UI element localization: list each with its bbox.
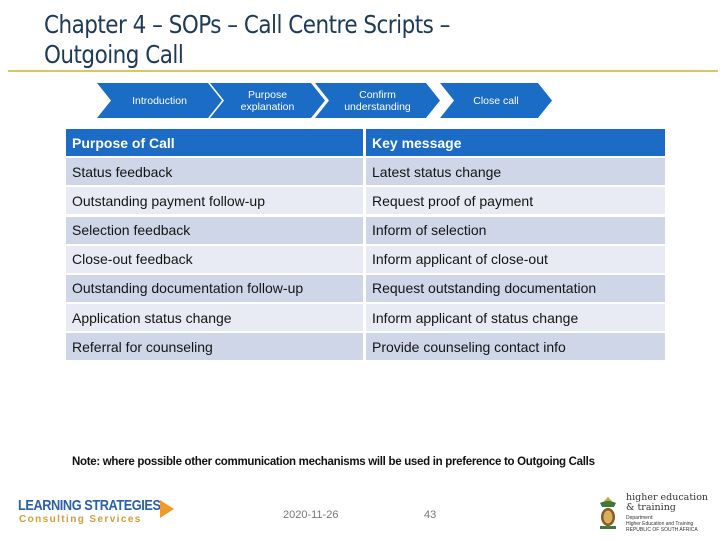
- key-message-cell: Inform applicant of status change: [366, 304, 665, 332]
- logo-title: LEARNING STRATEGIES: [18, 497, 161, 514]
- coat-of-arms-icon: [600, 497, 616, 529]
- purpose-cell: Outstanding documentation follow-up: [66, 274, 363, 302]
- title-divider: [8, 70, 718, 72]
- dhet-logo: higher education & training Department: …: [596, 492, 709, 535]
- key-message-cell: Inform applicant of close-out: [366, 245, 665, 273]
- table-row: Selection feedback Inform of selection: [66, 216, 665, 244]
- table-header-row: Purpose of Call Key message: [66, 129, 665, 156]
- process-step-confirm-understanding: Confirm understanding: [315, 83, 440, 118]
- purpose-cell: Referral for counseling: [66, 333, 363, 361]
- purpose-cell: Selection feedback: [66, 216, 363, 244]
- slide-title-line1: Chapter 4 – SOPs – Call Centre Scripts –: [44, 10, 450, 39]
- slide-number: 43: [424, 509, 437, 521]
- process-step-label: explanation: [240, 100, 295, 113]
- process-step-purpose-explanation: Purpose explanation: [210, 83, 325, 118]
- key-message-cell: Inform of selection: [366, 216, 665, 244]
- column-header-purpose: Purpose of Call: [66, 129, 363, 156]
- key-message-cell: Provide counseling contact info: [366, 333, 665, 361]
- purpose-cell: Status feedback: [66, 158, 363, 186]
- purpose-cell: Close-out feedback: [66, 245, 363, 273]
- process-step-label: Close call: [473, 94, 519, 107]
- key-message-cell: Latest status change: [366, 158, 665, 186]
- process-step-introduction: Introduction: [97, 83, 222, 118]
- footnote: Note: where possible other communication…: [72, 456, 595, 468]
- slide-date: 2020-11-26: [283, 509, 339, 521]
- play-arrow-icon: [160, 500, 174, 518]
- process-step-label: Introduction: [132, 94, 187, 107]
- table-row: Application status change Inform applica…: [66, 304, 665, 332]
- slide-title-line2: Outgoing Call: [44, 40, 184, 69]
- table-row: Outstanding payment follow-up Request pr…: [66, 187, 665, 215]
- column-header-key-message: Key message: [366, 129, 665, 156]
- logo-subtitle: Consulting Services: [19, 514, 142, 525]
- purpose-cell: Application status change: [66, 304, 363, 332]
- process-step-label: Purpose: [247, 88, 288, 101]
- call-process-flow: Introduction Purpose explanation Confirm u…: [97, 83, 557, 118]
- key-message-cell: Request proof of payment: [366, 187, 665, 215]
- process-step-label: understanding: [344, 100, 411, 113]
- learning-strategies-logo: LEARNING STRATEGIES Consulting Services: [18, 497, 188, 532]
- table-row: Referral for counseling Provide counseli…: [66, 333, 665, 361]
- process-step-label: Confirm: [359, 88, 396, 101]
- table-row: Close-out feedback Inform applicant of c…: [66, 245, 665, 273]
- key-message-cell: Request outstanding documentation: [366, 274, 665, 302]
- call-purpose-table: Purpose of Call Key message Status feedb…: [66, 129, 665, 363]
- table-row: Outstanding documentation follow-up Requ…: [66, 274, 665, 302]
- process-step-close-call: Close call: [440, 83, 552, 118]
- table-row: Status feedback Latest status change: [66, 158, 665, 186]
- dhet-title: higher education & training: [626, 492, 709, 513]
- dhet-subtitle: Department: Higher Education and Trainin…: [626, 515, 698, 533]
- purpose-cell: Outstanding payment follow-up: [66, 187, 363, 215]
- slide-title: Chapter 4 – SOPs – Call Centre Scripts –…: [44, 10, 594, 70]
